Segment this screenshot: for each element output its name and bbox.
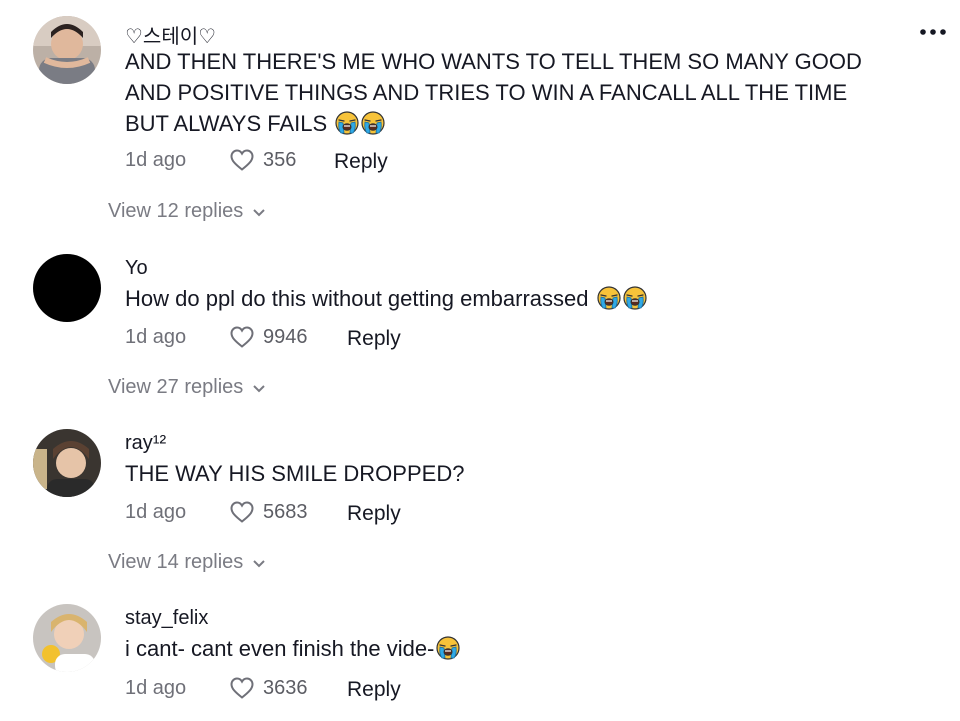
comment-username[interactable]: ray¹² <box>125 432 166 455</box>
comment-item: ♡스테이♡ AND THEN THERE'S ME WHO WANTS TO T… <box>0 0 960 230</box>
comment-text: THE WAY HIS SMILE DROPPED? <box>125 458 885 489</box>
crying-face-icon <box>597 286 621 310</box>
reply-button[interactable]: Reply <box>347 327 401 351</box>
view-replies-button[interactable]: View 27 replies <box>108 376 266 399</box>
comment-meta: 1d ago 356 <box>125 145 296 175</box>
comment-item: stay_felix i cant- cant even finish the … <box>0 580 960 721</box>
comment-body: i cant- cant even finish the vide- <box>125 636 435 661</box>
comment-username[interactable]: ♡스테이♡ <box>125 20 216 49</box>
view-replies-label: View 27 replies <box>108 376 244 398</box>
avatar[interactable] <box>33 16 101 84</box>
view-replies-label: View 12 replies <box>108 200 244 222</box>
comment-body: AND THEN THERE'S ME WHO WANTS TO TELL TH… <box>125 49 862 136</box>
comment-body: How do ppl do this without getting embar… <box>125 286 589 311</box>
chevron-down-icon <box>253 560 265 568</box>
comment-body: THE WAY HIS SMILE DROPPED? <box>125 461 465 486</box>
heart-outline-icon[interactable] <box>229 500 255 524</box>
comment-item: Yo How do ppl do this without getting em… <box>0 230 960 405</box>
comment-time: 1d ago <box>125 500 187 523</box>
view-replies-button[interactable]: View 12 replies <box>108 200 266 223</box>
heart-outline-icon[interactable] <box>229 676 255 700</box>
view-replies-label: View 14 replies <box>108 551 244 573</box>
crying-face-icon <box>335 111 359 135</box>
comment-time: 1d ago <box>125 325 187 348</box>
comment-time: 1d ago <box>125 148 187 171</box>
crying-face-icon <box>623 286 647 310</box>
heart-outline-icon[interactable] <box>229 148 255 172</box>
like-count: 3636 <box>263 676 308 699</box>
comment-text: AND THEN THERE'S ME WHO WANTS TO TELL TH… <box>125 46 885 139</box>
comment-text: How do ppl do this without getting embar… <box>125 283 885 314</box>
reply-button[interactable]: Reply <box>347 678 401 702</box>
like-count: 9946 <box>263 325 308 348</box>
avatar[interactable] <box>33 429 101 497</box>
avatar[interactable] <box>33 254 101 322</box>
like-count: 356 <box>263 148 297 171</box>
reply-button[interactable]: Reply <box>347 502 401 526</box>
heart-outline-icon[interactable] <box>229 325 255 349</box>
comment-meta: 1d ago 5683 <box>125 497 308 527</box>
crying-face-icon <box>361 111 385 135</box>
comment-text: i cant- cant even finish the vide- <box>125 633 885 664</box>
crying-face-icon <box>436 636 460 660</box>
comment-meta: 1d ago 9946 <box>125 322 308 352</box>
chevron-down-icon <box>253 385 265 393</box>
like-count: 5683 <box>263 500 308 523</box>
comment-username[interactable]: Yo <box>125 257 148 280</box>
comment-time: 1d ago <box>125 676 187 699</box>
comment-item: ray¹² THE WAY HIS SMILE DROPPED? 1d ago … <box>0 405 960 580</box>
comment-username[interactable]: stay_felix <box>125 607 208 630</box>
view-replies-button[interactable]: View 14 replies <box>108 551 266 574</box>
comment-meta: 1d ago 3636 <box>125 673 308 703</box>
avatar[interactable] <box>33 604 101 672</box>
reply-button[interactable]: Reply <box>334 150 388 174</box>
chevron-down-icon <box>253 209 265 217</box>
